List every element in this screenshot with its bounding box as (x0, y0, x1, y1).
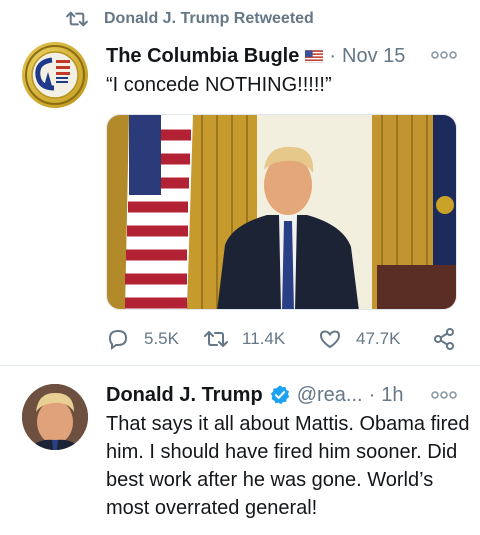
heart-icon (319, 330, 341, 349)
share-button[interactable] (432, 326, 470, 352)
tweet-header: Donald J. Trump @rea... · 1h (106, 382, 404, 408)
author-name[interactable]: Donald J. Trump (106, 384, 263, 407)
retweet-count: 11.4K (242, 329, 286, 348)
author-name[interactable]: The Columbia Bugle (106, 45, 299, 68)
share-icon (434, 328, 454, 350)
like-button[interactable]: 47.7K (318, 326, 400, 352)
photo-icon (107, 115, 456, 309)
reply-icon (108, 329, 128, 350)
tweet-time[interactable]: 1h (381, 384, 403, 407)
tweet-donald-trump[interactable]: Donald J. Trump @rea... · 1h That says i… (0, 366, 480, 535)
separator: · (329, 44, 337, 67)
author-handle[interactable]: @rea... (297, 384, 363, 407)
profile-photo-icon (22, 384, 88, 450)
retweet-banner-text[interactable]: Donald J. Trump Retweeted (104, 10, 314, 28)
retweet-button[interactable]: 11.4K (204, 326, 285, 352)
verified-badge-icon (270, 385, 289, 405)
tweet-date[interactable]: Nov 15 (342, 45, 405, 68)
tweet-photo[interactable] (106, 114, 457, 310)
retweet-icon (66, 11, 88, 27)
tweet-columbia-bugle[interactable]: The Columbia Bugle · Nov 15 “I concede N… (0, 36, 480, 366)
retweet-banner: Donald J. Trump Retweeted (66, 9, 314, 29)
columbia-bugle-logo-icon (25, 45, 85, 105)
avatar[interactable] (22, 42, 88, 108)
tweet-text: “I concede NOTHING!!!!!” (106, 74, 332, 96)
reply-button[interactable]: 5.5K (106, 326, 179, 352)
more-options-icon[interactable] (431, 390, 457, 400)
tweet-actions: 5.5K 11.4K 47.7K (106, 326, 460, 352)
retweet-icon (204, 331, 228, 347)
avatar[interactable] (22, 384, 88, 450)
separator: · (368, 383, 376, 406)
tweet-header: The Columbia Bugle · Nov 15 (106, 44, 405, 68)
tweet-text: That says it all about Mattis. Obama fir… (106, 413, 470, 519)
us-flag-icon (305, 49, 324, 63)
reply-count: 5.5K (144, 329, 179, 348)
more-options-icon[interactable] (431, 50, 457, 60)
like-count: 47.7K (356, 329, 401, 348)
